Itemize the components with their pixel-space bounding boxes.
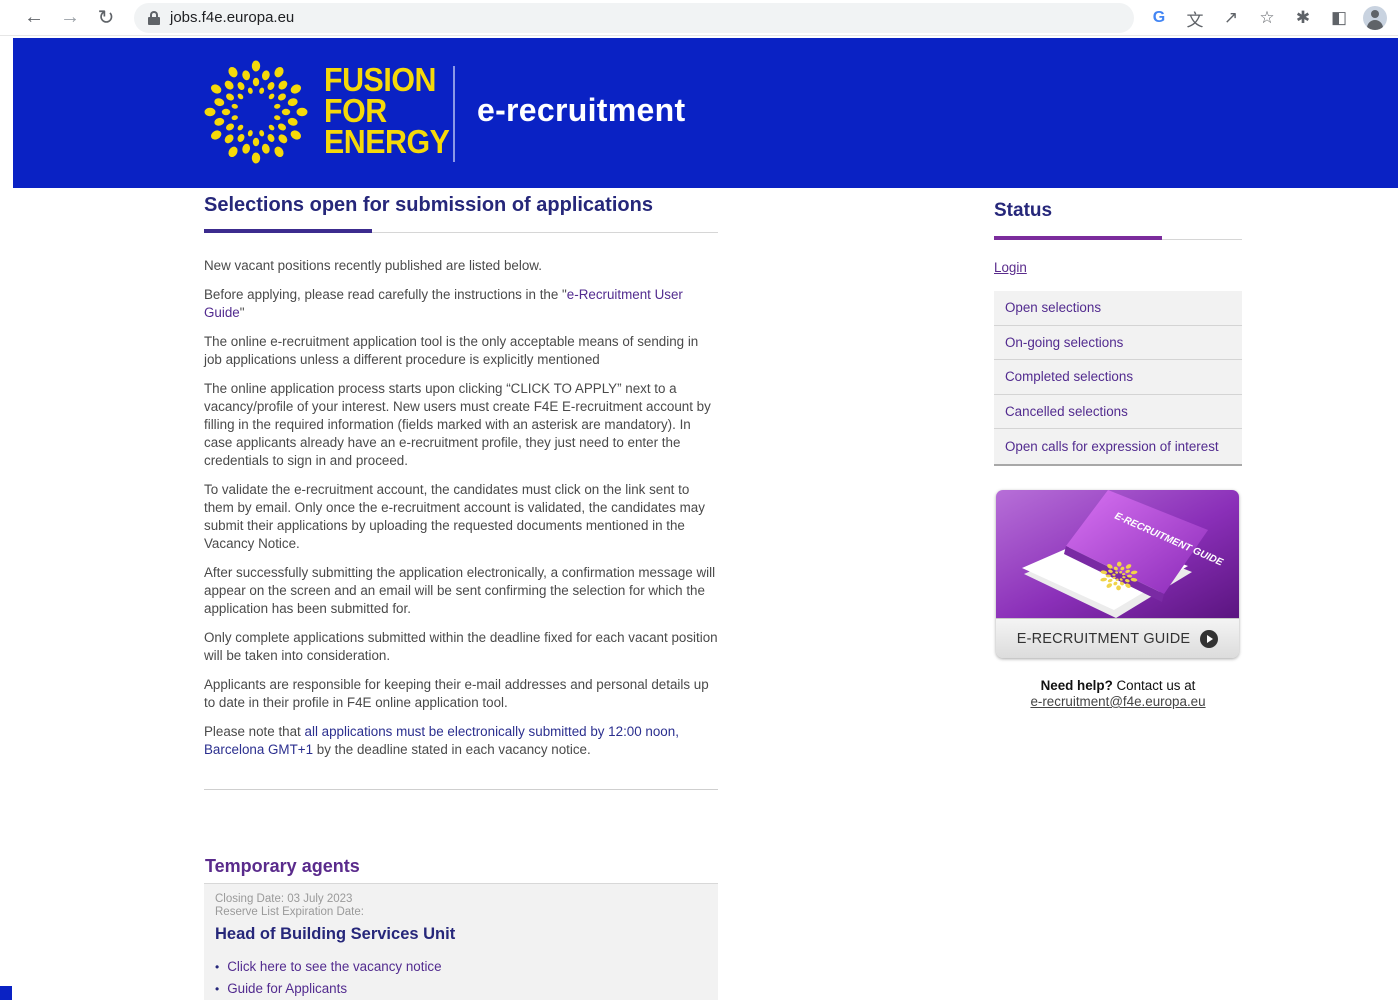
url-text: jobs.f4e.europa.eu [170,9,295,26]
forward-icon[interactable]: → [54,2,86,34]
reload-icon[interactable]: ↻ [90,2,122,34]
paragraph: Please note that all applications must b… [204,724,679,757]
page-corner-marker [0,986,12,1000]
status-menu: Open selections On-going selections Comp… [994,291,1242,466]
title-underline [204,229,718,233]
f4e-logo-text[interactable]: FUSION FOR ENERGY [324,61,450,160]
vacancy-notice-link[interactable]: Click here to see the vacancy notice [215,956,707,978]
extensions-icon[interactable]: ✱ [1288,3,1318,33]
profile-icon[interactable] [1360,3,1390,33]
guide-button-label: E-RECRUITMENT GUIDE [1016,630,1191,647]
logo-line-for: FOR [324,92,387,129]
guide-book-image: E-RECRUITMENT GUIDE [996,490,1239,618]
paragraph: Only complete applications submitted wit… [204,630,718,663]
e-recruitment-guide-banner[interactable]: E-RECRUITMENT GUIDE E-RECRUITMENT GUIDE [996,490,1239,658]
menu-item-completed-selections[interactable]: Completed selections [994,360,1242,395]
menu-item-open-calls[interactable]: Open calls for expression of interest [994,429,1242,464]
site-header: FUSION FOR ENERGY e-recruitment [13,38,1398,188]
reserve-list-date: Reserve List Expiration Date: [215,906,364,918]
menu-item-cancelled-selections[interactable]: Cancelled selections [994,395,1242,430]
paragraph: Before applying, please read carefully t… [204,287,683,320]
share-icon[interactable]: ↗ [1216,3,1246,33]
google-icon[interactable]: G [1144,3,1174,33]
vacancy-title[interactable]: Head of Building Services Unit [215,925,707,944]
login-link[interactable]: Login [994,260,1027,275]
play-arrow-icon [1200,629,1219,648]
paragraph: The online e-recruitment application too… [204,334,699,367]
sidebar: Status Login Open selections On-going se… [994,200,1242,466]
logo-line-fusion: FUSION [324,61,436,98]
vacancy-card: Closing Date: 03 July 2023 Reserve List … [204,884,718,1000]
section-title-temporary-agents: Temporary agents [205,856,360,876]
menu-item-open-selections[interactable]: Open selections [994,291,1242,326]
closing-date: Closing Date: 03 July 2023 [215,893,353,905]
paragraph: New vacant positions recently published … [204,258,542,273]
help-email-link[interactable]: e-recruitment@f4e.europa.eu [994,694,1242,710]
star-icon[interactable]: ☆ [1252,3,1282,33]
help-box: Need help? Contact us at e-recruitment@f… [994,678,1242,710]
help-text: Need help? Contact us at [1040,678,1196,693]
paragraph: After successfully submitting the applic… [204,565,716,616]
main-content: Selections open for submission of applic… [204,194,718,770]
paragraph: The online application process starts up… [204,381,711,468]
menu-item-ongoing-selections[interactable]: On-going selections [994,326,1242,361]
logo-line-energy: ENERGY [324,123,450,160]
browser-toolbar: ← → ↻ jobs.f4e.europa.eu G 文 ↗ ☆ ✱ ◧ [0,0,1398,36]
paragraph: Applicants are responsible for keeping t… [204,677,709,710]
sidepanel-icon[interactable]: ◧ [1324,3,1354,33]
guide-button-bar[interactable]: E-RECRUITMENT GUIDE [996,618,1239,658]
guide-for-applicants-link[interactable]: Guide for Applicants [215,978,707,1000]
lock-icon[interactable] [148,10,160,25]
translate-icon[interactable]: 文 [1180,3,1210,33]
sidebar-title: Status [994,200,1053,221]
intro-text: New vacant positions recently published … [204,257,718,759]
back-icon[interactable]: ← [18,2,50,34]
avatar [1363,6,1387,30]
content-divider [204,789,718,790]
sidebar-title-underline [994,236,1242,240]
vacancy-links: Click here to see the vacancy notice Gui… [215,956,707,1000]
site-title: e-recruitment [477,92,686,128]
paragraph: To validate the e-recruitment account, t… [204,482,705,551]
f4e-logo-icon[interactable] [203,60,309,164]
address-bar[interactable]: jobs.f4e.europa.eu [134,2,1134,33]
page-title: Selections open for submission of applic… [204,194,653,216]
header-divider [453,66,455,162]
